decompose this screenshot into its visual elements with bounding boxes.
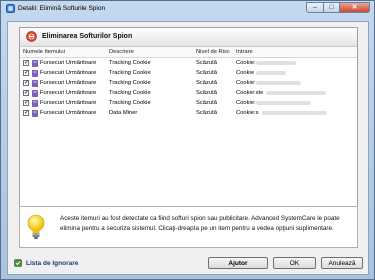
window-title: Detalii: Elimină Softurile Spion — [18, 5, 106, 12]
item-description: Tracking Cookie — [109, 90, 151, 96]
item-description: Data Miner — [109, 110, 138, 116]
item-risk: Scăzută — [196, 110, 217, 116]
item-entry: Cookie: — [236, 100, 256, 106]
minimize-button[interactable]: – — [306, 2, 324, 13]
info-text: Aceste itemuri au fost detectate ca fiin… — [60, 215, 340, 232]
cookie-icon — [32, 60, 38, 67]
item-risk: Scăzută — [196, 80, 217, 86]
row-checkbox[interactable]: ✓ — [23, 110, 29, 116]
table-row[interactable]: ✓ Fursecuri Urmăritoare Tracking Cookie … — [20, 99, 357, 109]
ignore-list-icon — [14, 259, 22, 267]
cookie-icon — [32, 70, 38, 77]
item-entry: Cookie: — [236, 80, 256, 86]
ignore-list-link[interactable]: Lista de Ignorare — [14, 258, 78, 268]
table-header: Numele Itemului Descriere Nivel de Risc … — [20, 47, 357, 58]
item-name: Fursecuri Urmăritoare — [40, 90, 97, 96]
item-risk: Scăzută — [196, 60, 217, 66]
lightbulb-icon — [27, 214, 45, 239]
item-name: Fursecuri Urmăritoare — [40, 100, 97, 106]
cookie-icon — [32, 80, 38, 87]
title-bar[interactable]: Detalii: Elimină Softurile Spion – □ ✕ — [1, 1, 374, 17]
redacted-text — [262, 111, 327, 115]
cancel-button[interactable]: Anulează — [321, 257, 363, 269]
item-entry: Cookie:s — [236, 110, 259, 116]
column-header-name[interactable]: Numele Itemului — [23, 49, 65, 55]
item-name: Fursecuri Urmăritoare — [40, 70, 97, 76]
dialog-window: Detalii: Elimină Softurile Spion – □ ✕ E… — [0, 0, 375, 280]
item-entry: Cookie: — [236, 60, 256, 66]
row-checkbox[interactable]: ✓ — [23, 80, 29, 86]
ignore-list-label: Lista de Ignorare — [26, 259, 79, 267]
item-description: Tracking Cookie — [109, 100, 151, 106]
close-button[interactable]: ✕ — [340, 2, 370, 13]
cookie-icon — [32, 100, 38, 107]
item-risk: Scăzută — [196, 100, 217, 106]
table-row[interactable]: ✓ Fursecuri Urmăritoare Tracking Cookie … — [20, 89, 357, 99]
info-box: Aceste itemuri au fost detectate ca fiin… — [19, 206, 358, 248]
table-row[interactable]: ✓ Fursecuri Urmăritoare Tracking Cookie … — [20, 79, 357, 89]
item-entry: Cookie:ste — [236, 90, 264, 96]
app-icon — [6, 4, 15, 13]
spyware-panel: Eliminarea Softurilor Spion Numele Itemu… — [19, 27, 358, 220]
table-row[interactable]: ✓ Fursecuri Urmăritoare Data Miner Scăzu… — [20, 109, 357, 119]
column-header-description[interactable]: Descriere — [109, 49, 134, 55]
ok-button[interactable]: OK — [273, 257, 316, 269]
item-name: Fursecuri Urmăritoare — [40, 60, 97, 66]
redacted-text — [256, 61, 296, 65]
row-checkbox[interactable]: ✓ — [23, 100, 29, 106]
column-header-risk[interactable]: Nivel de Risc — [196, 49, 230, 55]
redacted-text — [256, 81, 301, 85]
row-checkbox[interactable]: ✓ — [23, 90, 29, 96]
window-controls: – □ ✕ — [306, 2, 370, 14]
item-entry: Cookie — [236, 70, 255, 76]
row-checkbox[interactable]: ✓ — [23, 60, 29, 66]
dialog-footer: Lista de Ignorare Ajutor OK Anulează — [8, 252, 368, 274]
redacted-text — [266, 91, 326, 95]
item-description: Tracking Cookie — [109, 60, 151, 66]
column-header-entry[interactable]: Intrare — [236, 49, 253, 55]
cookie-icon — [32, 110, 38, 117]
redacted-text — [256, 101, 311, 105]
panel-header: Eliminarea Softurilor Spion — [20, 28, 357, 47]
item-risk: Scăzută — [196, 70, 217, 76]
panel-title: Eliminarea Softurilor Spion — [42, 33, 133, 40]
table-row[interactable]: ✓ Fursecuri Urmăritoare Tracking Cookie … — [20, 69, 357, 79]
dialog-content: Eliminarea Softurilor Spion Numele Itemu… — [7, 21, 369, 275]
row-checkbox[interactable]: ✓ — [23, 70, 29, 76]
item-description: Tracking Cookie — [109, 80, 151, 86]
cookie-icon — [32, 90, 38, 97]
table-row[interactable]: ✓ Fursecuri Urmăritoare Tracking Cookie … — [20, 59, 357, 69]
item-name: Fursecuri Urmăritoare — [40, 110, 97, 116]
maximize-button[interactable]: □ — [324, 2, 340, 13]
item-description: Tracking Cookie — [109, 70, 151, 76]
spyware-remove-icon — [26, 31, 37, 42]
redacted-text — [256, 71, 286, 75]
help-button[interactable]: Ajutor — [208, 257, 268, 269]
item-risk: Scăzută — [196, 90, 217, 96]
item-name: Fursecuri Urmăritoare — [40, 80, 97, 86]
